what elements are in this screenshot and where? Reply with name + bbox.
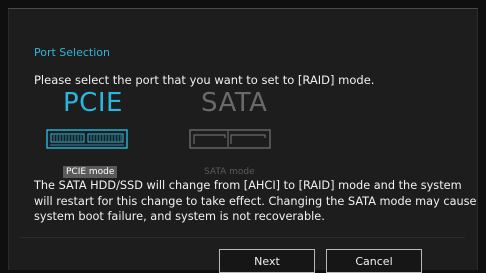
dialog-top-border: [8, 8, 478, 9]
pcie-slot-icon[interactable]: [46, 129, 128, 149]
divider: [20, 237, 465, 238]
section-title: Port Selection: [34, 46, 110, 59]
sata-mode-label[interactable]: SATA mode: [201, 166, 258, 178]
pcie-mode-label[interactable]: PCIE mode: [63, 166, 118, 178]
sata-option-title[interactable]: SATA: [201, 88, 267, 118]
pcie-option-title[interactable]: PCIE: [63, 88, 123, 118]
warning-text: The SATA HDD/SSD will change from [AHCI]…: [34, 179, 477, 223]
prompt-text: Please select the port that you want to …: [34, 73, 375, 87]
cancel-button[interactable]: Cancel: [326, 249, 422, 273]
next-button[interactable]: Next: [219, 249, 315, 273]
sata-port-icon[interactable]: [189, 129, 271, 149]
